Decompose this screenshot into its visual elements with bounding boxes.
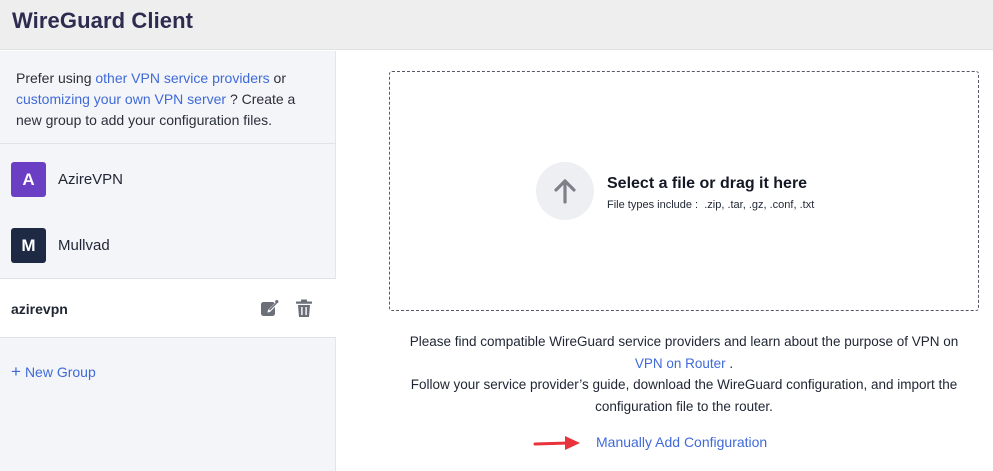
red-arrow-icon: [533, 436, 580, 450]
upload-title: Select a file or drag it here: [607, 175, 808, 192]
file-dropzone[interactable]: Select a file or drag it here File types…: [389, 71, 979, 311]
provider-name: AzireVPN: [58, 171, 124, 188]
info-line-2-suffix: .: [725, 355, 734, 371]
custom-vpn-server-link[interactable]: customizing your own VPN server: [16, 91, 226, 107]
provider-avatar: M: [11, 228, 46, 263]
group-item-azirevpn[interactable]: azirevpn: [0, 278, 336, 338]
info-line-2: VPN on Router .: [389, 353, 979, 375]
plus-icon: +: [11, 362, 21, 381]
sidebar-divider: [0, 143, 336, 144]
new-group-button[interactable]: + New Group: [11, 362, 96, 382]
promo-middle: or: [269, 70, 287, 86]
promo-prefix: Prefer using: [16, 70, 96, 86]
trash-icon[interactable]: [293, 297, 315, 319]
edit-icon[interactable]: [258, 297, 280, 319]
sidebar: Prefer using other VPN service providers…: [0, 51, 336, 471]
info-line-3: Follow your service provider’s guide, do…: [410, 377, 958, 414]
group-name: azirevpn: [11, 301, 68, 317]
info-text: Please find compatible WireGuard service…: [389, 331, 979, 417]
sidebar-promo-text: Prefer using other VPN service providers…: [16, 68, 316, 131]
provider-item-azirevpn[interactable]: A AzireVPN: [0, 146, 336, 212]
upload-arrow-icon: [536, 162, 594, 220]
app-header: WireGuard Client: [0, 0, 993, 50]
other-vpn-providers-link[interactable]: other VPN service providers: [95, 70, 269, 86]
upload-file-types: File types include : .zip, .tar, .gz, .c…: [607, 199, 815, 211]
provider-name: Mullvad: [58, 237, 110, 254]
info-line-1: Please find compatible WireGuard service…: [409, 334, 959, 349]
provider-item-mullvad[interactable]: M Mullvad: [0, 212, 336, 278]
vpn-on-router-link[interactable]: VPN on Router: [635, 356, 726, 371]
new-group-label: New Group: [24, 364, 96, 380]
page-title: WireGuard Client: [12, 8, 194, 33]
manually-add-configuration-link[interactable]: Manually Add Configuration: [596, 434, 767, 450]
provider-avatar: A: [11, 162, 46, 197]
